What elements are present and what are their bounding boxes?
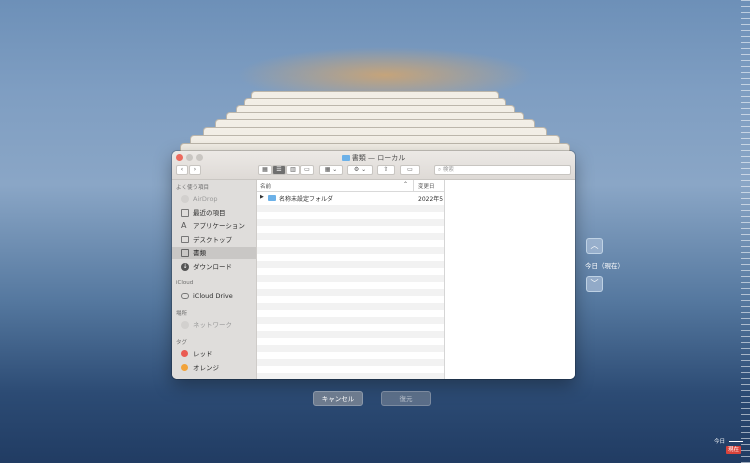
sidebar-item-downloads[interactable]: ↓ ダウンロード <box>172 261 256 273</box>
forward-button[interactable]: › <box>189 165 201 175</box>
group-icon: ▦ ⌄ <box>324 166 338 173</box>
icon-view-button[interactable]: ▦ <box>258 165 272 175</box>
table-row[interactable]: ▶ 名称未設定フォルダ 2022年5 <box>257 193 444 203</box>
back-button[interactable]: ‹ <box>176 165 188 175</box>
column-header: 名前 ⌃ 変更日 <box>257 180 444 192</box>
file-date: 2022年5 <box>418 196 444 203</box>
column-header-name[interactable]: 名前 <box>260 182 271 190</box>
list-view-icon: ☰ <box>276 166 282 173</box>
navigate-earlier-button[interactable]: ︿ <box>586 238 603 254</box>
downloads-icon: ↓ <box>181 263 189 271</box>
airdrop-icon <box>181 195 189 203</box>
group-button[interactable]: ▦ ⌄ <box>319 165 343 175</box>
search-icon: ⌕ <box>438 167 442 173</box>
folder-icon <box>341 155 350 161</box>
sidebar-item-airdrop[interactable]: AirDrop <box>172 193 256 205</box>
chevron-up-icon: ︿ <box>590 241 599 250</box>
file-list: 名前 ⌃ 変更日 ▶ 名称未設定フォルダ 2022年5 <box>257 180 444 379</box>
sidebar-item-network[interactable]: ネットワーク <box>172 319 256 331</box>
today-tick-line <box>728 441 743 442</box>
navigate-later-button[interactable]: ﹀ <box>586 276 603 292</box>
column-divider <box>413 180 414 191</box>
sidebar-item-tag-orange[interactable]: オレンジ <box>172 362 256 374</box>
column-view-icon: ▥ <box>290 166 296 173</box>
column-header-date[interactable]: 変更日 <box>418 182 435 190</box>
sidebar-header-favorites: よく使う項目 <box>176 185 210 191</box>
gear-icon: ⚙ ⌄ <box>353 166 367 173</box>
sort-indicator-icon: ⌃ <box>403 181 409 188</box>
sidebar-item-icloud-drive[interactable]: iCloud Drive <box>172 290 256 302</box>
tag-button[interactable]: ▭ <box>400 165 420 175</box>
sidebar-header-locations: 場所 <box>176 311 188 317</box>
window-title: 書類 — ローカル <box>172 153 575 163</box>
sidebar-item-tag-red[interactable]: レッド <box>172 348 256 360</box>
applications-icon: A <box>181 221 187 230</box>
timeline-now-marker[interactable]: 現在 <box>726 446 742 454</box>
list-view-button[interactable]: ☰ <box>272 165 286 175</box>
preview-pane <box>444 180 575 379</box>
disclosure-triangle-icon[interactable]: ▶ <box>260 194 264 200</box>
documents-icon <box>181 249 189 257</box>
sidebar-item-documents[interactable]: 書類 <box>172 247 256 259</box>
restore-button[interactable]: 復元 <box>381 391 431 406</box>
sidebar-item-applications[interactable]: A アプリケーション <box>172 220 256 232</box>
column-view-button[interactable]: ▥ <box>286 165 300 175</box>
icon-view-icon: ▦ <box>262 166 268 173</box>
finder-window: 書類 — ローカル ‹ › ▦ ☰ ▥ ▭ ▦ ⌄ ⚙ ⌄ ⇧ ▭ ⌕ 検索 よ… <box>172 151 575 379</box>
share-icon: ⇧ <box>383 166 389 173</box>
gallery-view-icon: ▭ <box>304 166 310 173</box>
network-icon <box>181 321 189 329</box>
folder-icon <box>268 195 276 201</box>
sidebar-item-recents[interactable]: 最近の項目 <box>172 207 256 219</box>
tag-icon: ▭ <box>407 166 413 173</box>
sidebar: よく使う項目 AirDrop 最近の項目 A アプリケーション デスクトップ 書… <box>172 180 257 379</box>
tag-dot-red <box>181 350 188 357</box>
timeline-ticks[interactable] <box>741 0 750 463</box>
search-input[interactable]: ⌕ 検索 <box>434 165 571 175</box>
current-backup-label: 今日（現在） <box>585 262 624 270</box>
recents-icon <box>181 209 189 217</box>
chevron-down-icon: ﹀ <box>590 279 599 288</box>
sidebar-item-desktop[interactable]: デスクトップ <box>172 234 256 246</box>
action-button[interactable]: ⚙ ⌄ <box>347 165 373 175</box>
file-name: 名称未設定フォルダ <box>279 196 334 203</box>
cancel-button[interactable]: キャンセル <box>313 391 363 406</box>
timeline-today-tick[interactable]: 今日 <box>714 437 743 445</box>
tag-dot-orange <box>181 364 188 371</box>
sidebar-header-icloud: iCloud <box>176 280 194 286</box>
sidebar-header-tags: タグ <box>176 340 188 346</box>
cloud-icon <box>181 293 189 299</box>
share-button[interactable]: ⇧ <box>377 165 395 175</box>
title-bar: 書類 — ローカル ‹ › ▦ ☰ ▥ ▭ ▦ ⌄ ⚙ ⌄ ⇧ ▭ ⌕ 検索 <box>172 151 575 180</box>
desktop-icon <box>181 236 189 243</box>
gallery-view-button[interactable]: ▭ <box>300 165 314 175</box>
